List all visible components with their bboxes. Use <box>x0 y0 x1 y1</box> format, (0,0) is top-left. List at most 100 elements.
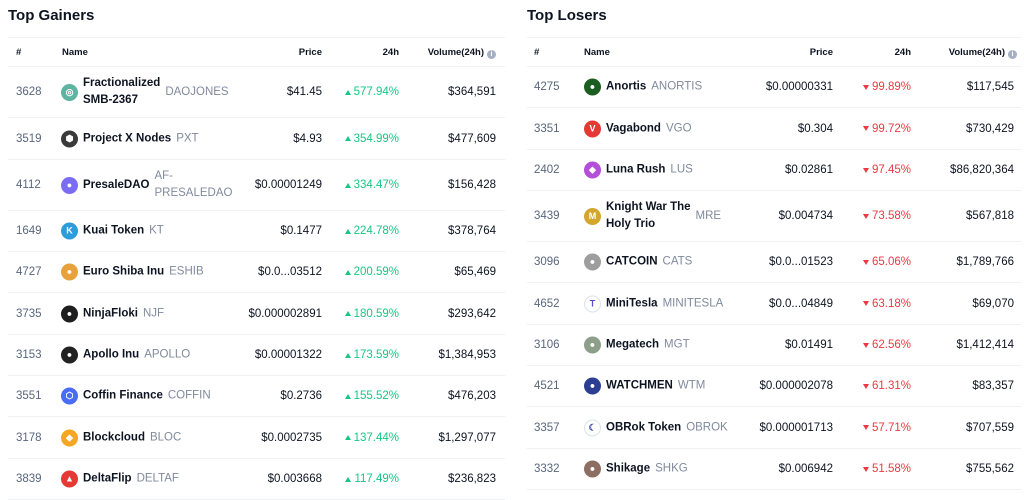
header-24h[interactable]: 24h <box>895 47 911 58</box>
coin-name[interactable]: Coffin Finance <box>83 388 163 405</box>
table-row[interactable]: 4275 ● Anortis ANORTIS $0.00000331 99.89% $117… <box>527 67 1021 108</box>
header-rank[interactable]: # <box>16 47 21 58</box>
coin-name-cell[interactable]: ● Euro Shiba Inu ESHIB <box>61 263 204 281</box>
coin-name[interactable]: Anortis <box>606 79 646 96</box>
table-row[interactable]: 4727 ● Euro Shiba Inu ESHIB $0.0...03512 200.… <box>8 252 505 293</box>
header-24h[interactable]: 24h <box>383 47 399 58</box>
coin-name-cell[interactable]: ● Megatech MGT <box>584 336 690 354</box>
coin-name[interactable]: MiniTesla <box>606 295 658 312</box>
coin-name-cell[interactable]: V Vagabond VGO <box>584 120 692 137</box>
coin-symbol: MRE <box>695 209 722 222</box>
coin-name[interactable]: Blockcloud <box>83 429 145 446</box>
coin-name[interactable]: Knight War The Holy Trio <box>606 199 691 233</box>
header-name[interactable]: Name <box>62 47 88 58</box>
table-row[interactable]: 3839 ▲ DeltaFlip DELTAF $0.003668 117.49% $236… <box>8 459 505 500</box>
coin-symbol: AF- PRESALEDAO <box>154 168 232 202</box>
header-price[interactable]: Price <box>299 47 322 58</box>
info-icon[interactable]: i <box>487 50 496 59</box>
rank-number: 3628 <box>16 86 42 98</box>
coin-name-cell[interactable]: ● Apollo Inu APOLLO <box>61 346 190 364</box>
table-row[interactable]: 3628 ◎ Fractionalized SMB-2367 DAOJONES $41.4… <box>8 67 505 118</box>
coin-name-cell[interactable]: ☾ OBRok Token OBROK <box>584 419 728 436</box>
price-value: $0.0002735 <box>261 431 322 444</box>
coin-name[interactable]: Apollo Inu <box>83 347 139 364</box>
table-row[interactable]: 3096 ● CATCOIN CATS $0.0...01523 65.06% $1,789… <box>527 242 1021 283</box>
price-value: $0.000001713 <box>759 421 833 434</box>
header-volume[interactable]: Volume(24h) i <box>428 47 496 59</box>
change-24h-value: 61.31% <box>871 380 911 392</box>
coin-name[interactable]: OBRok Token <box>606 419 681 436</box>
table-row[interactable]: 1649 K Kuai Token KT $0.1477 224.78% $378,764 <box>8 211 505 252</box>
coin-symbol: VGO <box>665 122 692 134</box>
table-row[interactable]: 3519 ⬢ Project X Nodes PXT $4.93 354.99% $477,… <box>8 118 505 160</box>
header-volume-label: Volume(24h) <box>427 47 484 58</box>
coin-name[interactable]: Luna Rush <box>606 162 665 179</box>
change-24h: 65.06% <box>862 256 911 268</box>
table-row[interactable]: 4521 ● WATCHMEN WTM $0.000002078 61.31% $83,35… <box>527 366 1021 407</box>
coin-name-cell[interactable]: M Knight War The Holy Trio MRE <box>584 199 721 233</box>
coin-name-cell[interactable]: ● Anortis ANORTIS <box>584 78 702 96</box>
table-row[interactable]: 3357 ☾ OBRok Token OBROK $0.000001713 57.71% $… <box>527 407 1021 449</box>
coin-name-cell[interactable]: ● WATCHMEN WTM <box>584 377 705 395</box>
coin-symbol-line: AF- <box>154 170 174 182</box>
coin-name-cell[interactable]: ◎ Fractionalized SMB-2367 DAOJONES <box>61 75 229 109</box>
header-name[interactable]: Name <box>584 47 610 58</box>
coin-name-cell[interactable]: ● PresaleDAO AF- PRESALEDAO <box>61 168 232 202</box>
coin-name-cell[interactable]: ● Shikage SHKG <box>584 460 688 478</box>
caret-down-icon <box>862 84 869 90</box>
coin-name[interactable]: NinjaFloki <box>83 305 138 322</box>
coin-name[interactable]: Euro Shiba Inu <box>83 264 164 281</box>
coin-name[interactable]: Kuai Token <box>83 223 144 240</box>
table-row[interactable]: 2402 ◆ Luna Rush LUS $0.02861 97.45% $86,820,3… <box>527 150 1021 191</box>
change-24h-value: 354.99% <box>353 132 399 145</box>
coin-icon: ● <box>61 263 78 281</box>
table-row[interactable]: 3551 ⬡ Coffin Finance COFFIN $0.2736 155.52% $… <box>8 376 505 417</box>
coin-name-cell[interactable]: ● CATCOIN CATS <box>584 253 692 271</box>
coin-symbol: MGT <box>664 338 690 351</box>
coin-name-cell[interactable]: ◆ Luna Rush LUS <box>584 161 693 179</box>
price-value: $0.0...04849 <box>769 297 833 310</box>
price-value: $0.0...01523 <box>769 256 833 268</box>
coin-name-cell[interactable]: ◆ Blockcloud BLOC <box>61 429 181 446</box>
coin-name-cell[interactable]: ● NinjaFloki NJF <box>61 305 164 322</box>
coin-name[interactable]: PresaleDAO <box>83 177 149 194</box>
coin-name[interactable]: WATCHMEN <box>606 378 673 395</box>
coin-name-line: SMB-2367 <box>83 94 138 106</box>
coin-name[interactable]: Project X Nodes <box>83 130 171 147</box>
table-row[interactable]: 3439 M Knight War The Holy Trio MRE $0.004734… <box>527 191 1021 242</box>
table-row[interactable]: 3153 ● Apollo Inu APOLLO $0.00001322 173.59% $… <box>8 335 505 376</box>
coin-name[interactable]: Vagabond <box>606 120 661 137</box>
caret-down-icon <box>862 425 869 430</box>
volume-24h: $378,764 <box>448 225 496 237</box>
rank-number: 4652 <box>534 297 560 310</box>
info-icon[interactable]: i <box>1008 50 1017 59</box>
table-row[interactable]: 3735 ● NinjaFloki NJF $0.000002891 180.59% $29… <box>8 293 505 335</box>
header-price[interactable]: Price <box>810 47 833 58</box>
coin-icon: ⬡ <box>61 387 78 405</box>
coin-icon: ● <box>584 253 601 271</box>
coin-name[interactable]: Fractionalized SMB-2367 <box>83 75 160 109</box>
volume-24h: $1,789,766 <box>956 256 1014 268</box>
table-row[interactable]: 3332 ● Shikage SHKG $0.006942 51.58% $755,562 <box>527 449 1021 490</box>
change-24h: 155.52% <box>344 390 399 402</box>
coin-symbol: PXT <box>176 132 199 144</box>
coin-name[interactable]: Shikage <box>606 461 650 478</box>
coin-name-cell[interactable]: ⬡ Coffin Finance COFFIN <box>61 387 211 405</box>
coin-name-cell[interactable]: ▲ DeltaFlip DELTAF <box>61 470 179 488</box>
rank-number: 3153 <box>16 349 42 361</box>
coin-name-cell[interactable]: T MiniTesla MINITESLA <box>584 295 723 312</box>
table-row[interactable]: 4652 T MiniTesla MINITESLA $0.0...04849 63.18… <box>527 283 1021 325</box>
coin-name-cell[interactable]: ⬢ Project X Nodes PXT <box>61 130 199 147</box>
table-row[interactable]: 3351 V Vagabond VGO $0.304 99.72% $730,429 <box>527 108 1021 150</box>
price-value: $0.004734 <box>778 210 833 222</box>
table-row[interactable]: 3178 ◆ Blockcloud BLOC $0.0002735 137.44% $1,2… <box>8 417 505 459</box>
header-volume[interactable]: Volume(24h) i <box>949 47 1017 59</box>
coin-name[interactable]: Megatech <box>606 337 659 354</box>
table-row[interactable]: 3106 ● Megatech MGT $0.01491 62.56% $1,412,414 <box>527 325 1021 366</box>
coin-name[interactable]: CATCOIN <box>606 254 658 271</box>
coin-name-cell[interactable]: K Kuai Token KT <box>61 222 164 240</box>
table-row[interactable]: 4112 ● PresaleDAO AF- PRESALEDAO $0.00001249 3… <box>8 160 505 211</box>
coin-name[interactable]: DeltaFlip <box>83 471 132 488</box>
header-rank[interactable]: # <box>534 47 539 58</box>
rank-number: 1649 <box>16 225 42 237</box>
